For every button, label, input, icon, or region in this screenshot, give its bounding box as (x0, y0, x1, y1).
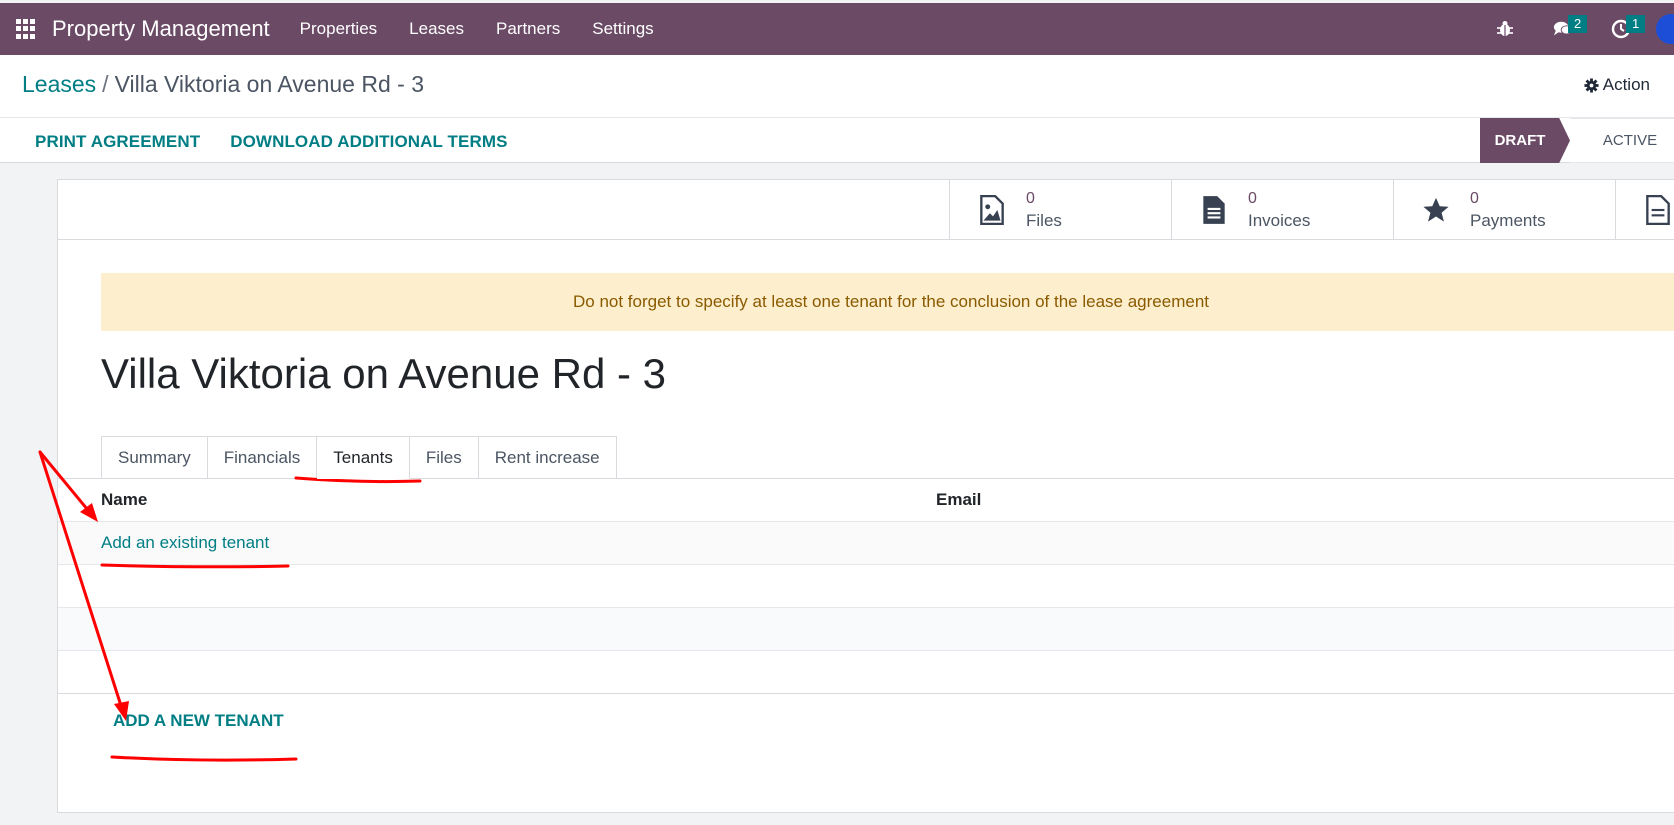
header-buttons: PRINT AGREEMENT DOWNLOAD ADDITIONAL TERM… (35, 132, 508, 152)
notebook-tabs: Summary Financials Tenants Files Rent in… (101, 436, 617, 479)
files-label: Files (1026, 210, 1062, 230)
more-smart-button[interactable] (1615, 180, 1674, 239)
status-bar: DRAFT ACTIVE (1480, 118, 1674, 163)
menu-leases[interactable]: Leases (393, 19, 480, 39)
tab-financials[interactable]: Financials (207, 436, 318, 479)
print-agreement-button[interactable]: PRINT AGREEMENT (35, 132, 200, 152)
files-smart-button[interactable]: 0 Files (949, 180, 1171, 239)
tab-files[interactable]: Files (409, 436, 479, 479)
control-panel-divider (0, 117, 1674, 118)
payments-count: 0 (1470, 189, 1479, 207)
messages-count-badge: 2 (1568, 15, 1588, 33)
apps-grid-icon[interactable] (16, 19, 36, 39)
add-new-tenant-button[interactable]: ADD A NEW TENANT (113, 711, 284, 731)
tenant-warning-alert: Do not forget to specify at least one te… (101, 273, 1674, 331)
menu-partners[interactable]: Partners (480, 19, 576, 39)
tab-tenants[interactable]: Tenants (317, 436, 410, 479)
tenants-table: Name Email Add an existing tenant (58, 479, 1674, 694)
control-panel: Leases / Villa Viktoria on Avenue Rd - 3 A… (0, 55, 1674, 163)
top-navbar: Property Management Properties Leases Pa… (0, 3, 1674, 55)
messages-button[interactable]: 2 (1534, 3, 1592, 55)
invoices-smart-button[interactable]: 0 Invoices (1171, 180, 1393, 239)
download-additional-terms-button[interactable]: DOWNLOAD ADDITIONAL TERMS (230, 132, 507, 152)
activities-count-badge: 1 (1626, 15, 1646, 33)
status-draft[interactable]: DRAFT (1480, 118, 1570, 163)
breadcrumb-leases-link[interactable]: Leases (22, 71, 96, 97)
systray: 2 1 (1476, 3, 1674, 55)
breadcrumb-separator: / (102, 71, 109, 97)
payments-smart-button[interactable]: 0 Payments (1393, 180, 1615, 239)
menu-settings[interactable]: Settings (576, 19, 669, 39)
table-row (58, 608, 1674, 651)
invoices-label: Invoices (1248, 210, 1311, 230)
status-active[interactable]: ACTIVE (1570, 118, 1674, 163)
invoices-count: 0 (1248, 189, 1257, 207)
bug-icon (1497, 21, 1513, 36)
form-sheet: 0 Files 0 Invoices 0 Payments Do not for… (57, 179, 1674, 813)
menu-properties[interactable]: Properties (284, 19, 393, 39)
table-header: Name Email (58, 479, 1674, 522)
action-label: Action (1602, 75, 1650, 94)
user-avatar[interactable] (1656, 14, 1674, 44)
document-outline-icon (1646, 194, 1670, 225)
files-count: 0 (1026, 189, 1035, 207)
alert-text: Do not forget to specify at least one te… (572, 292, 1209, 311)
star-icon (1423, 197, 1449, 222)
payments-label: Payments (1470, 210, 1546, 230)
gear-icon (1584, 77, 1599, 93)
smart-button-box: 0 Files 0 Invoices 0 Payments (58, 180, 1674, 240)
column-name-header[interactable]: Name (58, 490, 936, 510)
add-existing-tenant-link[interactable]: Add an existing tenant (101, 533, 269, 553)
activities-button[interactable]: 1 (1592, 3, 1650, 55)
record-title: Villa Viktoria on Avenue Rd - 3 (101, 350, 667, 397)
table-row (58, 651, 1674, 694)
breadcrumb-current: Villa Viktoria on Avenue Rd - 3 (114, 71, 424, 97)
document-icon (1203, 195, 1225, 224)
tab-summary[interactable]: Summary (101, 436, 208, 479)
table-row: Add an existing tenant (58, 522, 1674, 565)
breadcrumb: Leases / Villa Viktoria on Avenue Rd - 3 (22, 71, 424, 98)
action-menu-button[interactable]: Action (1584, 75, 1650, 95)
debug-button[interactable] (1476, 3, 1534, 55)
column-email-header[interactable]: Email (936, 490, 981, 510)
tab-rent-increase[interactable]: Rent increase (478, 436, 617, 479)
app-title[interactable]: Property Management (52, 16, 270, 42)
image-file-icon (980, 194, 1004, 225)
table-row (58, 565, 1674, 608)
